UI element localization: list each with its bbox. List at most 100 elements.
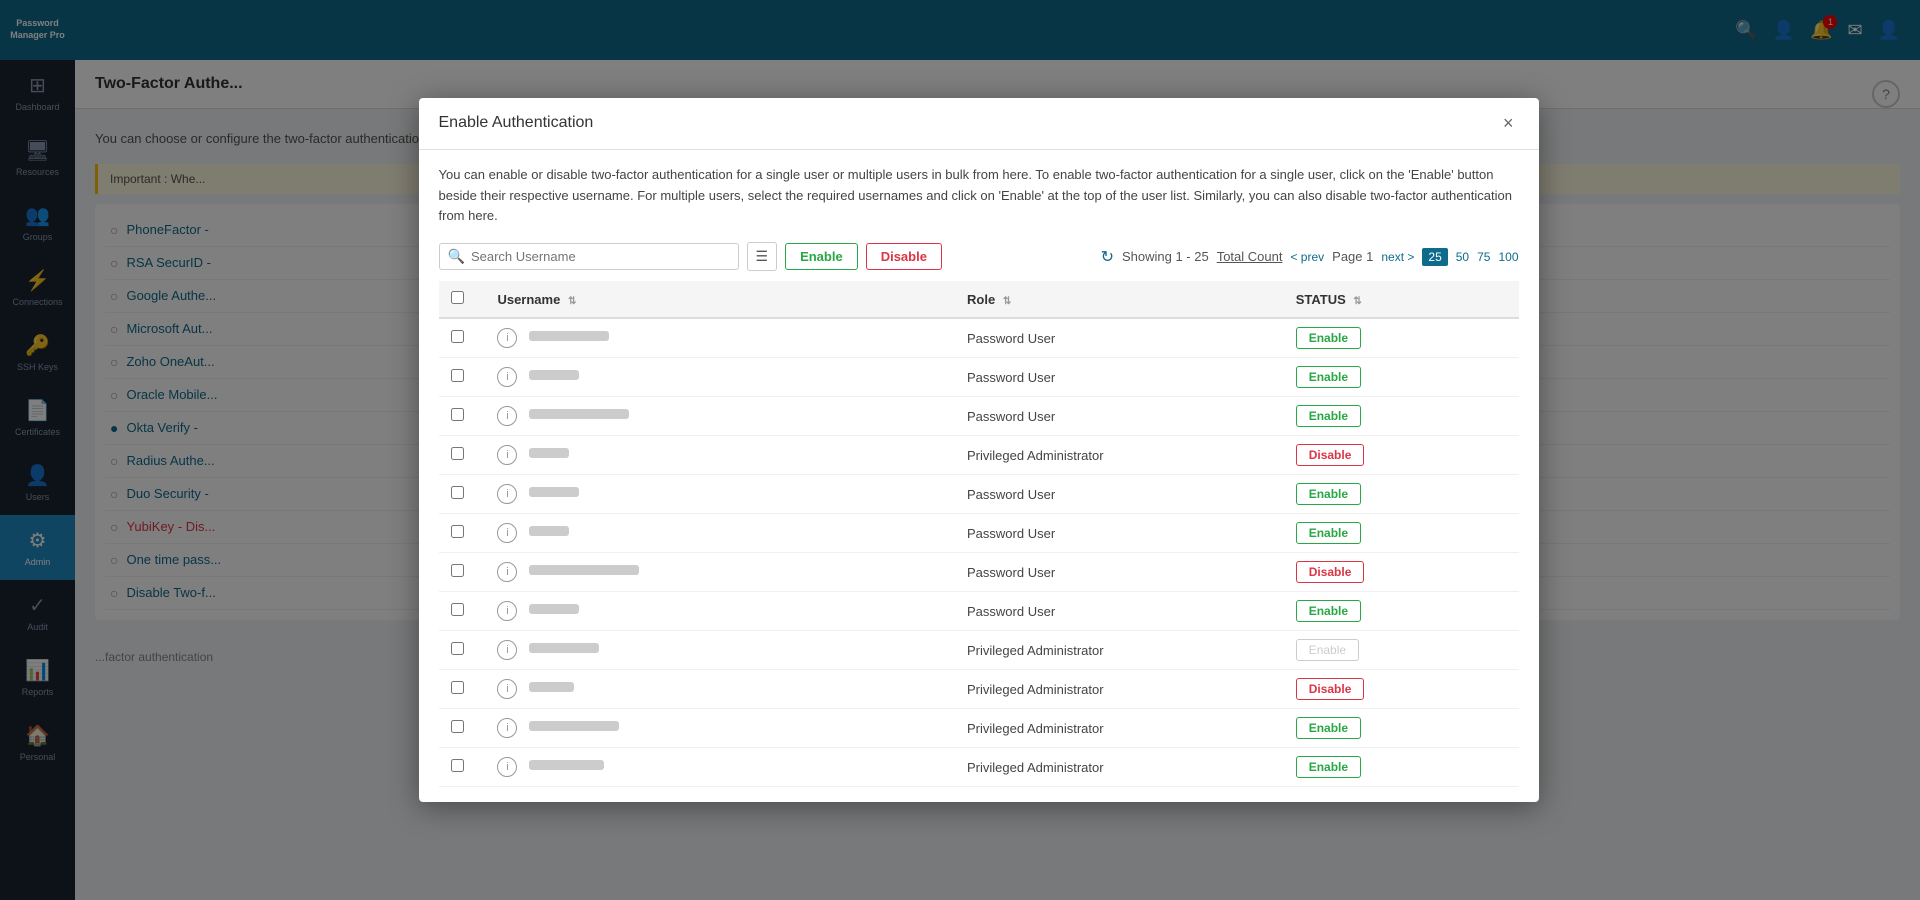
info-icon-1[interactable]: i [497,367,517,387]
role-column-header[interactable]: Role ⇅ [955,281,1284,318]
grid-view-button[interactable]: ☰ [747,242,778,271]
username-cell-8: i [485,631,955,670]
role-cell-11: Privileged Administrator [955,748,1284,787]
row-checkbox-11[interactable] [451,759,464,772]
enable-all-button[interactable]: Enable [785,243,858,270]
username-cell-9: i [485,670,955,709]
table-row: i Privileged Administrator Enable [439,748,1519,787]
info-icon-8[interactable]: i [497,640,517,660]
table-row: i Password User Enable [439,397,1519,436]
disable-all-button[interactable]: Disable [866,243,942,270]
prev-page-button[interactable]: < prev [1290,250,1324,264]
status-cell-0: Enable [1284,318,1519,358]
role-header-label: Role [967,292,995,307]
select-all-checkbox[interactable] [451,291,464,304]
row-checkbox-7[interactable] [451,603,464,616]
username-text-1 [529,370,579,380]
username-text-7 [529,604,579,614]
username-cell-2: i [485,397,955,436]
page-size-100[interactable]: 100 [1498,250,1518,264]
refresh-button[interactable]: ↻ [1101,247,1114,267]
page-size-75[interactable]: 75 [1477,250,1490,264]
table-row: i Password UserEnable [439,592,1519,631]
table-header: Username ⇅ Role ⇅ STATUS ⇅ [439,281,1519,318]
row-checkbox-10[interactable] [451,720,464,733]
username-text-11 [529,760,604,770]
info-icon-5[interactable]: i [497,523,517,543]
enable-button-7[interactable]: Enable [1296,600,1361,622]
row-checkbox-1[interactable] [451,369,464,382]
role-cell-5: Password User [955,514,1284,553]
page-label: Page 1 [1332,249,1373,264]
row-checkbox-6[interactable] [451,564,464,577]
username-cell-1: i [485,358,955,397]
role-cell-6: Password User [955,553,1284,592]
enable-button-1[interactable]: Enable [1296,366,1361,388]
row-checkbox-0[interactable] [451,330,464,343]
info-icon-6[interactable]: i [497,562,517,582]
info-icon-0[interactable]: i [497,328,517,348]
username-text-10 [529,721,619,731]
modal-description: You can enable or disable two-factor aut… [439,165,1519,227]
enable-button-5[interactable]: Enable [1296,522,1361,544]
disable-button-6[interactable]: Disable [1296,561,1365,583]
status-cell-7: Enable [1284,592,1519,631]
status-cell-9: Disable [1284,670,1519,709]
search-input[interactable] [471,249,691,264]
info-icon-4[interactable]: i [497,484,517,504]
table-row: i Password UserEnable [439,318,1519,358]
role-cell-2: Password User [955,397,1284,436]
username-sort-icon: ⇅ [568,296,576,307]
status-cell-5: Enable [1284,514,1519,553]
username-column-header[interactable]: Username ⇅ [485,281,955,318]
row-checkbox-3[interactable] [451,447,464,460]
username-cell-4: i [485,475,955,514]
status-sort-icon: ⇅ [1353,296,1361,307]
pagination-info: ↻ Showing 1 - 25 Total Count < prev Page… [1101,247,1519,267]
status-cell-4: Enable [1284,475,1519,514]
search-icon: 🔍 [448,248,465,265]
enable-button-11[interactable]: Enable [1296,756,1361,778]
info-icon-7[interactable]: i [497,601,517,621]
enable-disabled-button-8: Enable [1296,639,1359,661]
info-icon-9[interactable]: i [497,679,517,699]
enable-button-2[interactable]: Enable [1296,405,1361,427]
modal-close-button[interactable]: × [1498,113,1519,134]
modal-title: Enable Authentication [439,114,594,132]
disable-button-3[interactable]: Disable [1296,444,1365,466]
row-checkbox-8[interactable] [451,642,464,655]
info-icon-10[interactable]: i [497,718,517,738]
enable-button-10[interactable]: Enable [1296,717,1361,739]
status-column-header[interactable]: STATUS ⇅ [1284,281,1519,318]
info-icon-3[interactable]: i [497,445,517,465]
status-cell-2: Enable [1284,397,1519,436]
next-page-button[interactable]: next > [1381,250,1414,264]
info-icon-11[interactable]: i [497,757,517,777]
username-header-label: Username [497,292,560,307]
modal-header: Enable Authentication × [419,98,1539,150]
status-cell-8: Enable [1284,631,1519,670]
current-page-size[interactable]: 25 [1422,248,1447,266]
row-checkbox-4[interactable] [451,486,464,499]
username-cell-0: i [485,318,955,358]
table-row: i Password UserEnable [439,358,1519,397]
row-checkbox-5[interactable] [451,525,464,538]
status-cell-3: Disable [1284,436,1519,475]
status-header-label: STATUS [1296,292,1346,307]
modal-body: You can enable or disable two-factor aut… [419,150,1539,802]
select-all-header [439,281,486,318]
disable-button-9[interactable]: Disable [1296,678,1365,700]
info-icon-2[interactable]: i [497,406,517,426]
username-text-5 [529,526,569,536]
username-text-4 [529,487,579,497]
role-cell-9: Privileged Administrator [955,670,1284,709]
page-size-50[interactable]: 50 [1456,250,1469,264]
total-count-link[interactable]: Total Count [1217,249,1283,264]
row-checkbox-9[interactable] [451,681,464,694]
enable-button-4[interactable]: Enable [1296,483,1361,505]
username-text-8 [529,643,599,653]
status-cell-10: Enable [1284,709,1519,748]
username-text-2 [529,409,629,419]
row-checkbox-2[interactable] [451,408,464,421]
enable-button-0[interactable]: Enable [1296,327,1361,349]
